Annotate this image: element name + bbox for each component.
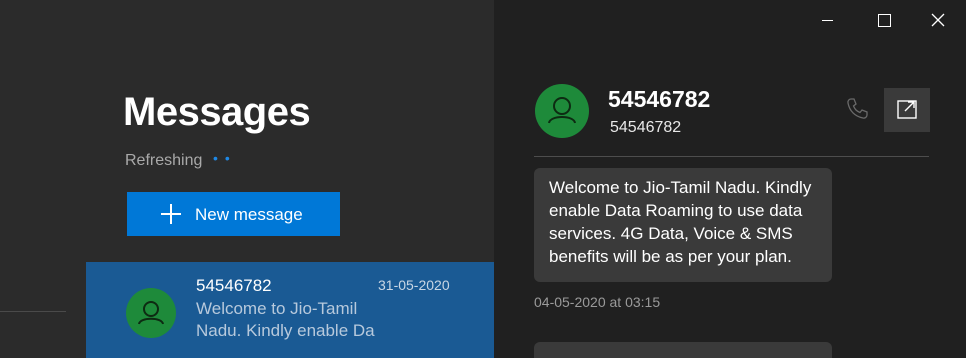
message-timestamp: 04-05-2020 at 03:15 bbox=[534, 294, 661, 310]
person-icon bbox=[126, 288, 176, 338]
loading-dots: •• bbox=[213, 150, 237, 166]
message-bubble[interactable]: Welcome to Jio-Tamil Nadu. Kindly enable… bbox=[534, 168, 832, 282]
maximize-icon[interactable] bbox=[874, 10, 894, 30]
message-bubble[interactable] bbox=[534, 342, 832, 358]
new-message-label: New message bbox=[195, 205, 303, 224]
phone-icon[interactable] bbox=[844, 96, 870, 122]
plus-icon bbox=[161, 204, 181, 224]
contact-name: 54546782 bbox=[608, 86, 711, 112]
page-title: Messages bbox=[123, 90, 311, 134]
conversation-list-item[interactable]: 54546782 31-05-2020 Welcome to Jio-Tamil… bbox=[86, 262, 494, 358]
new-message-button[interactable]: New message bbox=[127, 192, 340, 236]
conversation-preview: Welcome to Jio-Tamil Nadu. Kindly enable… bbox=[196, 299, 375, 340]
thread-pane: 54546782 54546782 Welcome to Jio-Tamil N… bbox=[494, 0, 966, 358]
minimize-icon[interactable] bbox=[818, 10, 838, 30]
refresh-status: Refreshing bbox=[125, 152, 203, 169]
conversation-pane: Messages Refreshing •• New message 54546… bbox=[0, 0, 494, 358]
conversation-date: 31-05-2020 bbox=[378, 277, 450, 293]
conversation-name: 54546782 bbox=[196, 276, 272, 295]
header-divider bbox=[534, 156, 929, 157]
popout-icon[interactable] bbox=[884, 88, 930, 132]
close-icon[interactable] bbox=[928, 10, 948, 30]
divider bbox=[0, 311, 66, 312]
contact-number: 54546782 bbox=[610, 119, 682, 136]
person-icon bbox=[535, 84, 589, 138]
